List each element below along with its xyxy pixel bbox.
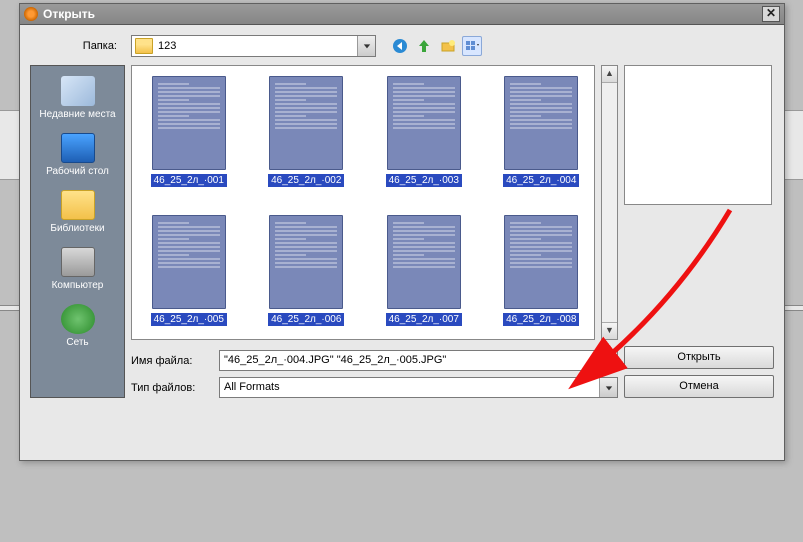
places-bar: Недавние места Рабочий стол Библиотеки К… [30,65,125,398]
thumbnail-icon [269,76,343,170]
place-label: Библиотеки [50,223,104,234]
filetype-combo[interactable]: All Formats [219,377,618,398]
thumbnail-icon [387,76,461,170]
place-recent[interactable]: Недавние места [33,72,122,129]
computer-icon [61,247,95,277]
filetype-label: Тип файлов: [131,382,211,394]
place-label: Сеть [66,337,88,348]
thumbnail-icon [152,215,226,309]
file-thumb[interactable]: 46_25_2л_·006 [258,215,356,326]
vertical-scrollbar[interactable]: ▲ ▼ [601,65,618,340]
file-list[interactable]: 46_25_2л_·001 46_25_2л_·002 46_25_2л_·003 4… [131,65,595,340]
place-desktop[interactable]: Рабочий стол [33,129,122,186]
place-label: Компьютер [52,280,104,291]
scroll-down-button[interactable]: ▼ [602,322,617,339]
open-file-dialog: Открыть ✕ Папка: 123 [19,3,785,461]
cancel-button[interactable]: Отмена [624,375,774,398]
titlebar: Открыть ✕ [20,4,784,25]
place-network[interactable]: Сеть [33,300,122,357]
place-libraries[interactable]: Библиотеки [33,186,122,243]
desktop-icon [61,133,95,163]
new-folder-icon[interactable] [438,36,458,56]
up-icon[interactable] [414,36,434,56]
thumbnail-icon [504,215,578,309]
recent-icon [61,76,95,106]
file-area: 46_25_2л_·001 46_25_2л_·002 46_25_2л_·003 4… [131,65,618,398]
preview-pane [624,65,772,205]
filetype-dropdown[interactable] [599,378,617,397]
file-thumb[interactable]: 46_25_2л_·003 [375,76,473,187]
close-button[interactable]: ✕ [762,6,780,22]
file-caption: 46_25_2л_·002 [268,174,344,187]
scroll-up-button[interactable]: ▲ [602,66,617,83]
filename-label: Имя файла: [131,355,211,367]
folder-value: 123 [156,36,357,56]
file-thumb[interactable]: 46_25_2л_·008 [493,215,591,326]
filename-combo[interactable]: "46_25_2л_·004.JPG" "46_25_2л_·005.JPG" [219,350,618,371]
network-icon [61,304,95,334]
file-caption: 46_25_2л_·004 [503,174,579,187]
folder-dropdown[interactable] [357,36,375,56]
filetype-value: All Formats [220,378,599,397]
app-icon [24,7,38,21]
file-thumb[interactable]: 46_25_2л_·007 [375,215,473,326]
window-title: Открыть [43,7,95,21]
filename-dropdown[interactable] [599,351,617,370]
folder-icon [135,38,153,54]
view-menu-icon[interactable] [462,36,482,56]
folder-label: Папка: [30,40,125,52]
file-caption: 46_25_2л_·005 [151,313,227,326]
file-thumb[interactable]: 46_25_2л_·002 [258,76,356,187]
file-thumb[interactable]: 46_25_2л_·004 [493,76,591,187]
place-computer[interactable]: Компьютер [33,243,122,300]
file-caption: 46_25_2л_·007 [386,313,462,326]
file-caption: 46_25_2л_·003 [386,174,462,187]
thumbnail-icon [387,215,461,309]
thumbnail-icon [504,76,578,170]
file-caption: 46_25_2л_·008 [503,313,579,326]
file-thumb[interactable]: 46_25_2л_·005 [140,215,238,326]
folder-combo[interactable]: 123 [131,35,376,57]
place-label: Недавние места [39,109,115,120]
back-icon[interactable] [390,36,410,56]
place-label: Рабочий стол [46,166,109,177]
open-button[interactable]: Открыть [624,346,774,369]
dialog-body: Недавние места Рабочий стол Библиотеки К… [20,65,784,404]
nav-icons [390,36,482,56]
file-thumb[interactable]: 46_25_2л_·001 [140,76,238,187]
right-column: Открыть Отмена [624,65,774,398]
file-caption: 46_25_2л_·001 [151,174,227,187]
thumbnail-icon [269,215,343,309]
input-rows: Имя файла: "46_25_2л_·004.JPG" "46_25_2л… [131,348,618,398]
filename-value: "46_25_2л_·004.JPG" "46_25_2л_·005.JPG" [220,351,599,370]
file-caption: 46_25_2л_·006 [268,313,344,326]
folder-toolbar: Папка: 123 [20,25,784,65]
libraries-icon [61,190,95,220]
thumbnail-icon [152,76,226,170]
